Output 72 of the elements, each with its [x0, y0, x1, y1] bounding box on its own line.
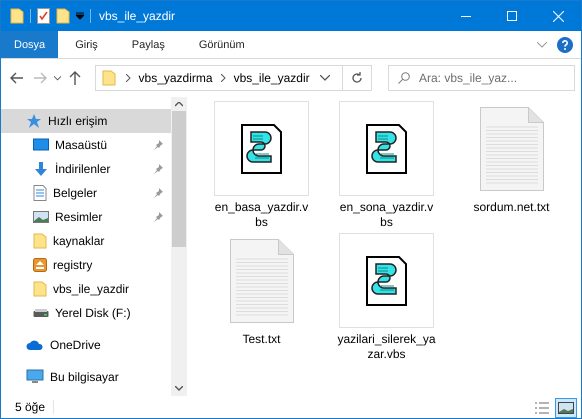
sidebar-item[interactable]: kaynaklar — [1, 229, 171, 253]
sidebar-label: İndirilenler — [55, 162, 112, 176]
scroll-up-icon[interactable] — [175, 102, 183, 107]
script-file-icon — [366, 256, 408, 306]
sidebar-item[interactable]: İndirilenler — [1, 157, 171, 181]
sidebar-label: Hızlı erişim — [48, 114, 108, 128]
cloud-icon — [26, 339, 44, 351]
chevron-right-icon[interactable] — [220, 74, 226, 82]
file-name: en_basa_yazdir.v bs — [214, 200, 308, 230]
sidebar-label: OneDrive — [50, 338, 102, 352]
search-icon — [398, 72, 410, 84]
scroll-down-icon[interactable] — [175, 386, 183, 391]
maximize-icon[interactable] — [507, 11, 517, 21]
file-name: sordum.net.txt — [473, 200, 550, 215]
folder-icon — [33, 281, 47, 297]
up-arrow-icon[interactable] — [68, 71, 81, 85]
folder-icon — [33, 233, 47, 249]
close-icon[interactable] — [552, 10, 564, 22]
sidebar-item[interactable]: Resimler — [1, 205, 171, 229]
breadcrumb-item[interactable]: vbs_ile_yazdir — [234, 71, 310, 85]
sidebar-item[interactable]: OneDrive — [1, 333, 171, 357]
sidebar-label: registry — [53, 258, 94, 272]
picture-icon[interactable] — [558, 402, 574, 414]
star-icon — [26, 113, 42, 129]
sidebar-item[interactable]: Bu bilgisayar — [1, 365, 171, 389]
window-title: vbs_ile_yazdir — [99, 9, 176, 23]
sidebar-label: Masaüstü — [55, 138, 108, 152]
sidebar-label: Resimler — [55, 210, 104, 224]
chevron-right-icon[interactable] — [126, 74, 131, 82]
drive-icon — [33, 308, 49, 318]
sidebar-item[interactable]: registry — [1, 253, 171, 277]
sidebar-item[interactable]: Yerel Disk (F:) — [1, 301, 171, 325]
breadcrumb-item[interactable]: vbs_yazdirma — [138, 71, 213, 85]
help-icon[interactable] — [557, 36, 573, 52]
file-item[interactable]: sordum.net.txt — [449, 101, 574, 233]
script-file-icon — [366, 124, 408, 174]
file-name: yazilari_silerek_ya zar.vbs — [337, 332, 436, 362]
ribbon-tab[interactable]: Dosya — [1, 31, 58, 58]
document-icon — [33, 185, 47, 201]
script-file-icon — [240, 124, 282, 174]
sidebar-item[interactable]: Masaüstü — [1, 133, 171, 157]
sidebar-label: vbs_ile_yazdir — [53, 282, 130, 296]
sidebar-item[interactable]: Hızlı erişim — [1, 109, 171, 133]
file-name: Test.txt — [242, 332, 280, 347]
recent-locations-icon[interactable] — [54, 76, 62, 80]
text-file-icon — [480, 106, 544, 190]
search-field[interactable]: Ara: vbs_ile_yaz... — [388, 65, 575, 91]
address-bar[interactable]: vbs_yazdirma vbs_ile_yazdir — [94, 65, 372, 91]
properties-icon[interactable] — [37, 8, 50, 24]
large-icons-view-button[interactable] — [555, 398, 577, 418]
sidebar-item[interactable]: vbs_ile_yazdir — [1, 277, 171, 301]
scrollbar[interactable] — [171, 97, 187, 396]
sidebar-item[interactable]: Belgeler — [1, 181, 171, 205]
file-item[interactable]: Test.txt — [199, 233, 324, 365]
text-file-icon — [230, 238, 294, 322]
item-count: 5 öğe — [15, 400, 54, 414]
registry-icon — [33, 258, 47, 272]
folder-icon — [102, 70, 116, 86]
computer-icon — [26, 369, 44, 385]
dropdown-icon[interactable] — [76, 12, 84, 20]
down-arrow-icon — [33, 161, 49, 177]
sidebar-label: Belgeler — [53, 186, 98, 200]
picture-icon — [33, 210, 49, 224]
sidebar-label: Yerel Disk (F:) — [55, 306, 132, 320]
sidebar-label: Bu bilgisayar — [50, 370, 120, 384]
folder-icon — [10, 8, 24, 24]
chevron-down-icon[interactable] — [320, 75, 330, 81]
sidebar-label: kaynaklar — [53, 234, 106, 248]
monitor-icon — [33, 138, 49, 152]
file-name: en_sona_yazdir.v bs — [340, 200, 434, 230]
back-arrow-icon[interactable] — [10, 72, 24, 84]
refresh-icon[interactable] — [350, 72, 363, 84]
